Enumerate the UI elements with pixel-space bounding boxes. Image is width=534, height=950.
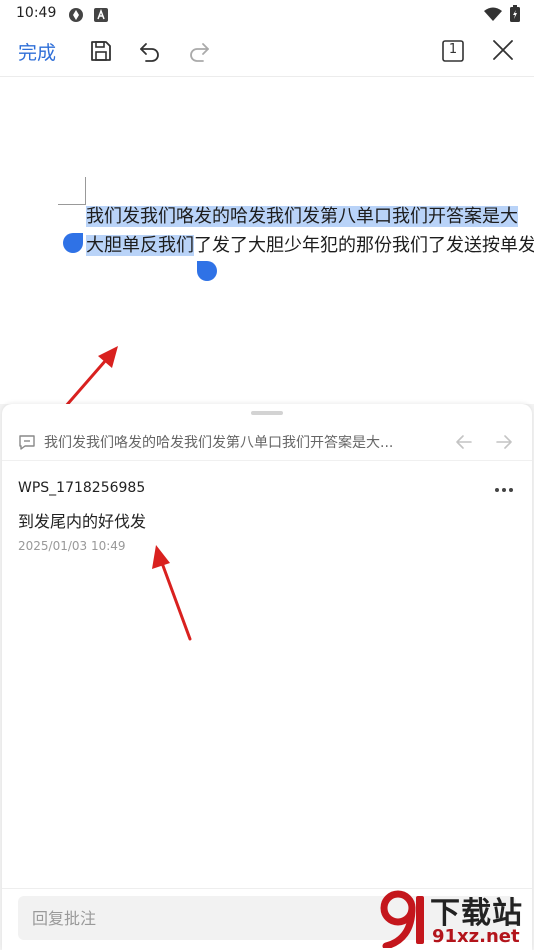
comment-panel: 我们发我们咯发的哈发我们发第八单口我们开答案是大... WPS_17182569…	[2, 404, 532, 950]
selected-text[interactable]: 大胆单反我们	[86, 235, 194, 256]
selection-start-handle[interactable]	[63, 233, 83, 253]
annotation-arrow-icon	[152, 545, 192, 641]
status-bar: 10:49	[0, 0, 534, 28]
comment-timestamp: 2025/01/03 10:49	[18, 539, 126, 553]
battery-icon	[510, 5, 520, 26]
comment-icon	[18, 433, 36, 455]
sync-icon	[68, 7, 84, 27]
done-button[interactable]: 完成	[18, 38, 56, 65]
redo-icon[interactable]	[187, 39, 211, 67]
doc-text[interactable]: 了发了大胆少年犯的那份我们了发送按单发	[194, 235, 534, 256]
wifi-icon	[484, 6, 502, 25]
site-watermark: 下载站 91xz.net	[376, 888, 534, 950]
quoted-text: 我们发我们咯发的哈发我们发第八单口我们开答案是大...	[44, 435, 394, 451]
margin-corner-mark	[58, 204, 86, 205]
divider	[2, 460, 532, 461]
status-time: 10:49	[16, 5, 57, 21]
margin-corner-mark	[85, 177, 86, 205]
watermark-domain: 91xz.net	[432, 926, 520, 947]
undo-icon[interactable]	[138, 39, 162, 67]
save-icon[interactable]	[89, 39, 113, 67]
page-count-label: 1	[448, 42, 458, 57]
arrow-left-icon[interactable]	[454, 432, 474, 456]
doc-paragraph-line[interactable]: 我们发我们咯发的哈发我们发第八单口我们开答案是大	[86, 203, 518, 231]
arrow-right-icon[interactable]	[494, 432, 514, 456]
comment-author: WPS_1718256985	[18, 480, 146, 496]
site-logo-icon	[380, 890, 424, 948]
comment-quote-row: 我们发我们咯发的哈发我们发第八单口我们开答案是大...	[18, 432, 518, 454]
selected-text[interactable]: 我们发我们咯发的哈发我们发第八单口我们开答案是大	[86, 206, 518, 227]
doc-paragraph-line[interactable]: 大胆单反我们了发了大胆少年犯的那份我们了发送按单发	[86, 232, 534, 260]
selection-end-handle[interactable]	[197, 261, 217, 281]
more-options-icon[interactable]	[494, 480, 514, 499]
comment-text: 到发尾内的好伐发	[18, 512, 147, 531]
annotation-arrow-icon	[65, 346, 118, 404]
document-canvas[interactable]: 我们发我们咯发的哈发我们发第八单口我们开答案是大 大胆单反我们了发了大胆少年犯的…	[0, 77, 534, 404]
close-icon[interactable]	[492, 39, 514, 65]
font-a-icon	[94, 7, 108, 26]
drag-handle[interactable]	[251, 411, 283, 415]
page-count-icon[interactable]: 1	[442, 40, 464, 62]
editor-toolbar: 完成 1	[0, 28, 534, 77]
